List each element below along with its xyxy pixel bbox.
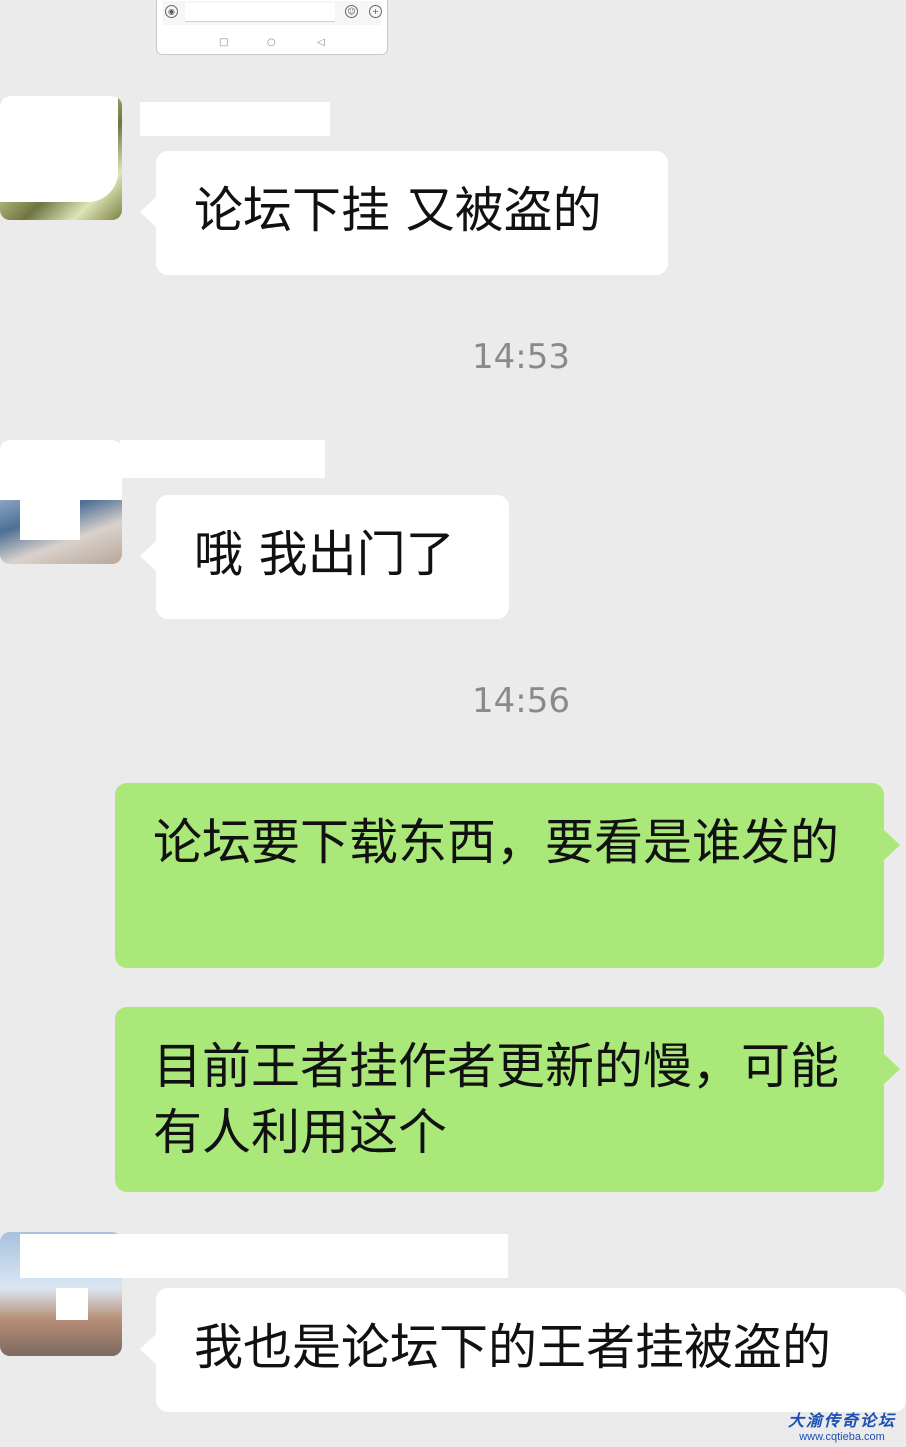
bubble-tail bbox=[884, 830, 900, 860]
outgoing-message-bubble[interactable]: 目前王者挂作者更新的慢，可能有人利用这个 bbox=[115, 1007, 884, 1192]
sender-name-redacted bbox=[120, 440, 325, 478]
avatar-redaction bbox=[20, 500, 80, 540]
avatar[interactable] bbox=[0, 440, 122, 564]
avatar-redaction bbox=[0, 440, 122, 500]
avatar-redaction bbox=[56, 1288, 88, 1320]
forum-watermark: 大渝传奇论坛 www.cqtieba.com bbox=[788, 1407, 896, 1443]
back-icon: ◁ bbox=[317, 37, 325, 48]
home-icon: ○ bbox=[267, 37, 276, 48]
bubble-tail bbox=[140, 1334, 156, 1364]
incoming-message-bubble[interactable]: 我也是论坛下的王者挂被盗的 bbox=[156, 1288, 906, 1412]
timestamp: 14:56 bbox=[472, 681, 570, 721]
watermark-url: www.cqtieba.com bbox=[799, 1431, 885, 1443]
sender-name-redacted bbox=[140, 102, 330, 136]
emoji-icon: ☺ bbox=[345, 5, 358, 18]
voice-icon: ◉ bbox=[165, 5, 178, 18]
sender-name-redacted bbox=[20, 1234, 508, 1278]
timestamp: 14:53 bbox=[472, 337, 570, 377]
thumbnail-input-field bbox=[185, 3, 335, 22]
avatar[interactable] bbox=[0, 96, 122, 220]
image-message-thumbnail[interactable]: ◉ ☺ + □ ○ ◁ bbox=[156, 0, 388, 55]
bubble-tail bbox=[140, 197, 156, 227]
bubble-tail bbox=[140, 541, 156, 571]
watermark-name: 大渝传奇论坛 bbox=[787, 1411, 896, 1430]
avatar-redaction bbox=[0, 96, 118, 202]
recent-apps-icon: □ bbox=[219, 37, 229, 48]
outgoing-message-bubble[interactable]: 论坛要下载东西，要看是谁发的 bbox=[115, 783, 884, 968]
plus-icon: + bbox=[369, 5, 382, 18]
incoming-message-bubble[interactable]: 哦 我出门了 bbox=[156, 495, 509, 619]
incoming-message-bubble[interactable]: 论坛下挂 又被盗的 bbox=[156, 151, 668, 275]
bubble-tail bbox=[884, 1054, 900, 1084]
